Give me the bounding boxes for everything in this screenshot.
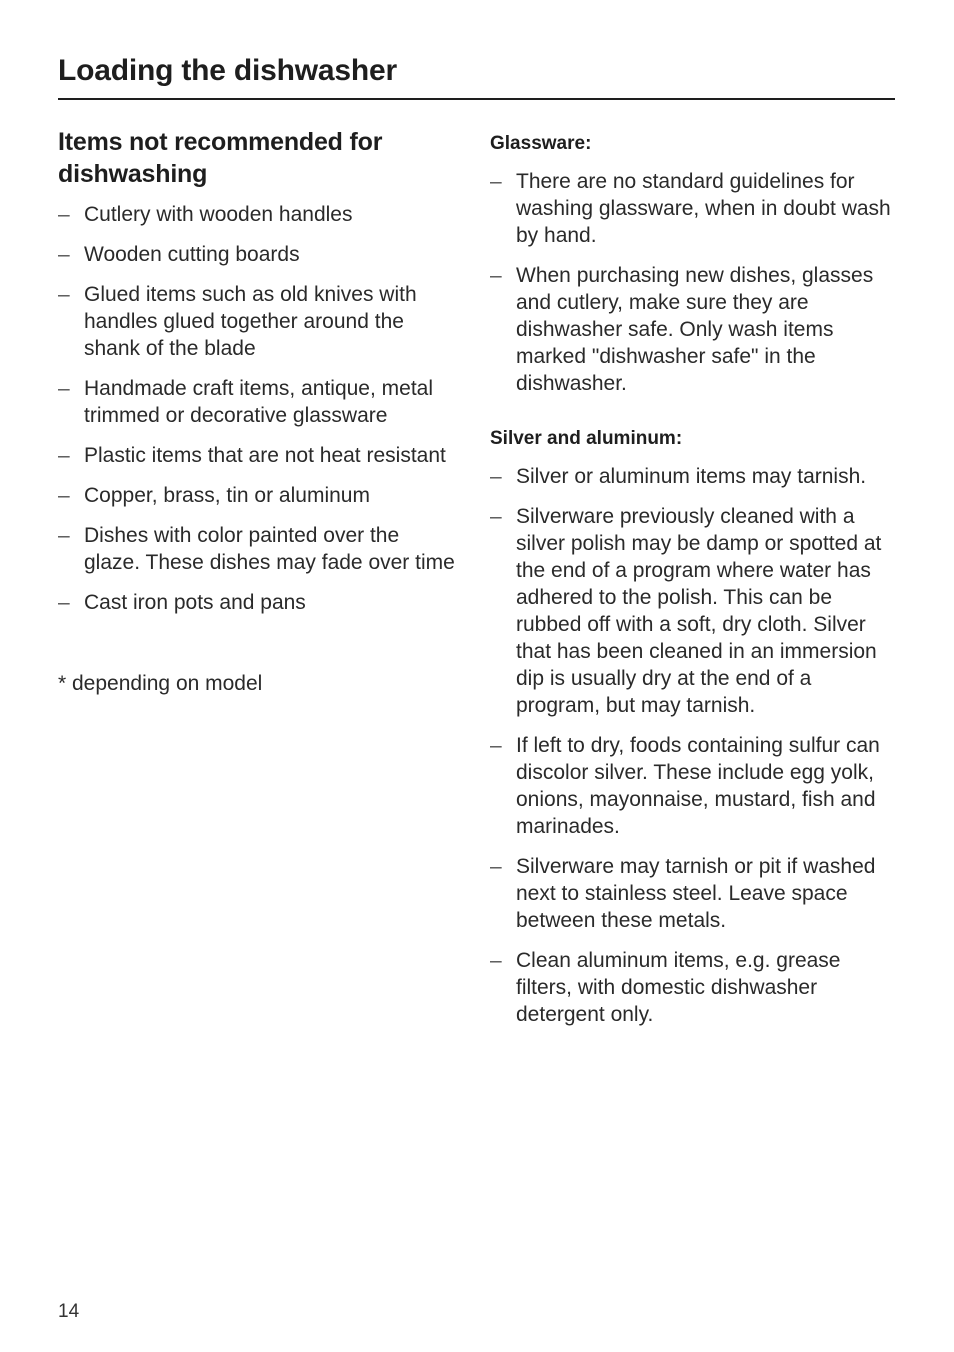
list-item-text: Silverware may tarnish or pit if washed … [516,855,876,932]
list-item: – If left to dry, foods containing sulfur… [490,732,900,840]
dash-bullet-icon: – [490,505,502,528]
dash-bullet-icon: – [490,170,502,193]
list-item-text: Handmade craft items, antique, metal tri… [84,377,434,427]
list-item: – Cutlery with wooden handles [58,201,458,228]
list-item: – Plastic items that are not heat resista… [58,442,458,469]
list-item-text: Silver or aluminum items may tarnish. [516,465,867,488]
list-item-text: Cast iron pots and pans [84,591,306,614]
list-item-text: Cutlery with wooden handles [84,203,353,226]
subheading-silver-aluminum: Silver and aluminum: [490,428,683,449]
footnote: * depending on model [58,672,263,695]
dash-bullet-icon: – [490,855,502,878]
list-item: – Handmade craft items, antique, metal tr… [58,375,458,429]
page-title: Loading the dishwasher [58,54,397,87]
dash-bullet-icon: – [490,734,502,757]
glassware-list: – There are no standard guidelines for wa… [490,168,900,397]
list-item: – Clean aluminum items, e.g. grease filte… [490,947,900,1028]
list-item: – Dishes with color painted over the glaz… [58,522,458,576]
dash-bullet-icon: – [58,591,70,614]
list-item: – Silverware may tarnish or pit if washed… [490,853,900,934]
list-item-text: If left to dry, foods containing sulfur … [516,734,880,838]
list-item-text: Silverware previously cleaned with a sil… [516,505,882,717]
dash-bullet-icon: – [58,484,70,507]
dash-bullet-icon: – [490,465,502,488]
title-divider [58,98,895,100]
list-item: – Cast iron pots and pans [58,589,458,616]
list-item-text: Wooden cutting boards [84,243,300,266]
dash-bullet-icon: – [58,524,70,547]
list-item-text: Dishes with color painted over the glaze… [84,524,455,574]
list-item-text: Clean aluminum items, e.g. grease filter… [516,949,841,1026]
page-number: 14 [58,1301,80,1322]
dash-bullet-icon: – [58,283,70,306]
section-heading-not-recommended: Items not recommended for dishwashing [58,128,383,188]
list-item: – Copper, brass, tin or aluminum [58,482,458,509]
left-column: Items not recommended for dishwashing – C… [58,124,458,697]
list-item: – Silver or aluminum items may tarnish. [490,463,900,490]
right-column: Glassware: – There are no standard guidel… [490,124,900,1028]
list-item: – There are no standard guidelines for wa… [490,168,900,249]
list-item: – Silverware previously cleaned with a si… [490,503,900,719]
dash-bullet-icon: – [58,203,70,226]
dash-bullet-icon: – [58,377,70,400]
list-item-text: Copper, brass, tin or aluminum [84,484,370,507]
list-item: – Glued items such as old knives with han… [58,281,458,362]
list-item: – Wooden cutting boards [58,241,458,268]
list-item-text: There are no standard guidelines for was… [516,170,891,247]
dash-bullet-icon: – [490,949,502,972]
list-item-text: Glued items such as old knives with hand… [84,283,417,360]
silver-aluminum-list: – Silver or aluminum items may tarnish. –… [490,463,900,1028]
list-item: – When purchasing new dishes, glasses and… [490,262,900,397]
dash-bullet-icon: – [58,243,70,266]
list-item-text: When purchasing new dishes, glasses and … [516,264,874,395]
dash-bullet-icon: – [490,264,502,287]
not-recommended-list: – Cutlery with wooden handles – Wooden cut… [58,201,458,616]
list-item-text: Plastic items that are not heat resistan… [84,444,446,467]
subheading-glassware: Glassware: [490,133,592,154]
dash-bullet-icon: – [58,444,70,467]
